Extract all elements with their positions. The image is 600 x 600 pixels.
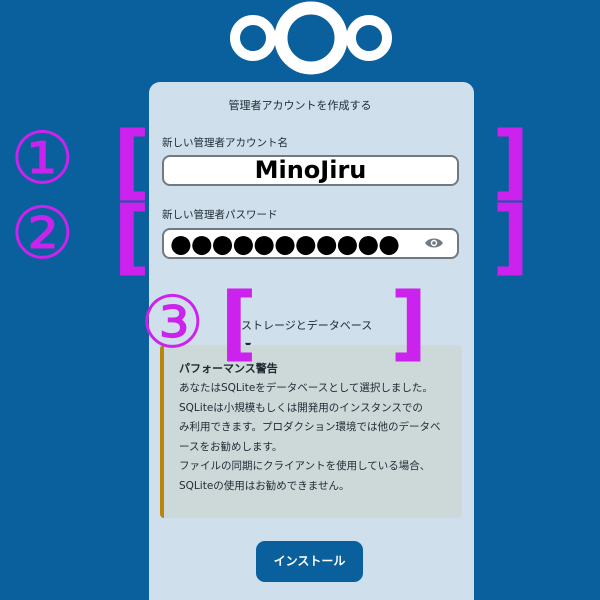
eye-icon[interactable] xyxy=(424,236,444,250)
annotation-bracket-left-3: [ xyxy=(220,276,258,371)
annotation-bracket-right-3: ] xyxy=(390,276,428,371)
warning-line: SQLiteの使用はお勧めできません。 xyxy=(179,479,350,492)
install-button[interactable]: インストール xyxy=(256,541,363,582)
annotation-bracket-right-2: ] xyxy=(492,190,530,285)
password-label: 新しい管理者パスワード xyxy=(162,209,278,221)
annotation-number-2: ② xyxy=(10,191,75,275)
warning-line: ースをお勧めします。 xyxy=(179,440,283,453)
storage-database-label: ストレージとデータベース xyxy=(241,319,373,332)
password-input[interactable]: ●●●●●●●●●●● xyxy=(162,228,459,259)
annotation-number-1: ① xyxy=(10,116,75,200)
form-title: 管理者アカウントを作成する xyxy=(228,99,372,112)
annotation-bracket-left-2: [ xyxy=(113,190,151,285)
warning-line: ファイルの同期にクライアントを使用している場合、 xyxy=(179,460,431,472)
warning-line: あなたはSQLiteをデータベースとして選択しました。 xyxy=(179,382,433,394)
username-label: 新しい管理者アカウント名 xyxy=(162,137,288,149)
warning-line: み利用できます。プロダクション環境では他のデータベ xyxy=(179,421,441,433)
username-input[interactable]: MinoJiru xyxy=(162,155,459,186)
warning-line: SQLiteは小規模もしくは開発用のインスタンスでの xyxy=(179,401,423,414)
nextcloud-logo-icon xyxy=(230,1,392,75)
storage-database-toggle[interactable]: ストレージとデータベース▼ xyxy=(241,316,381,350)
annotation-number-3: ③ xyxy=(140,280,205,364)
